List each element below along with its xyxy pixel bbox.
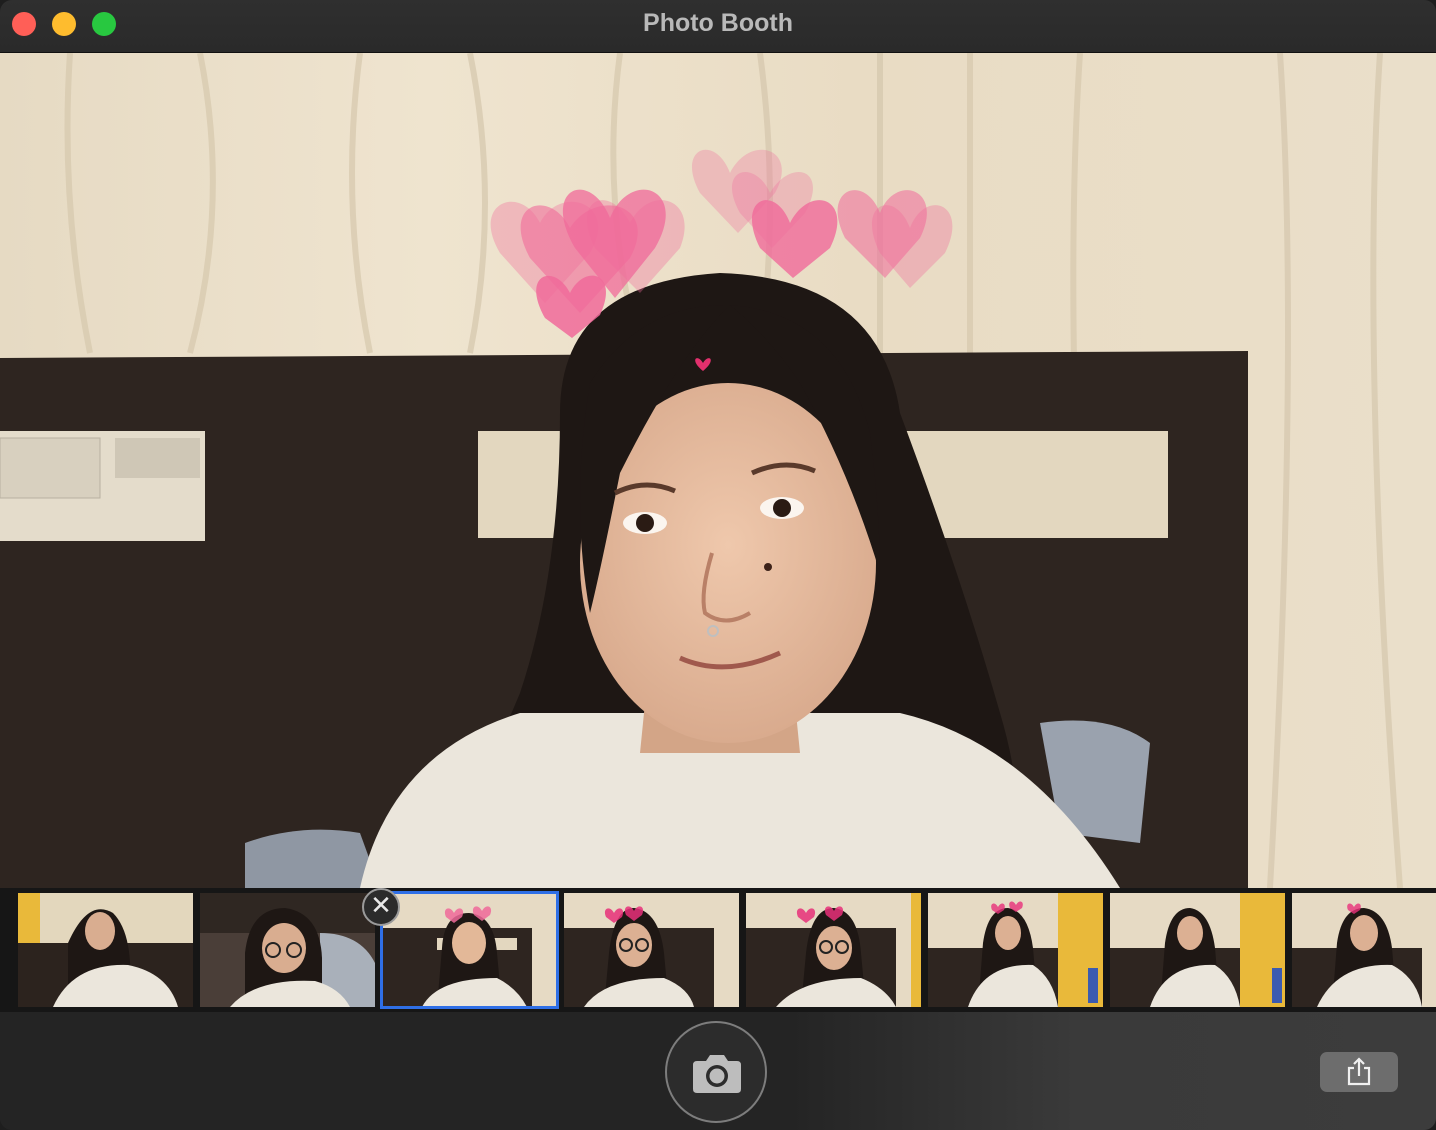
- photo-thumbnail[interactable]: [18, 893, 193, 1007]
- photo-thumbnail[interactable]: [928, 893, 1103, 1007]
- photo-thumbnail[interactable]: [1292, 893, 1436, 1007]
- photo-booth-window: Photo Booth ✕: [0, 0, 1436, 1130]
- photo-thumbnail-selected[interactable]: [380, 891, 559, 1009]
- take-photo-button[interactable]: [665, 1021, 767, 1123]
- share-button[interactable]: [1320, 1052, 1398, 1092]
- camera-icon: [693, 1055, 741, 1093]
- delete-photo-button[interactable]: ✕: [362, 888, 400, 926]
- share-icon: [1347, 1057, 1371, 1086]
- window-title: Photo Booth: [643, 9, 793, 37]
- photo-thumbnail[interactable]: [746, 893, 921, 1007]
- camera-preview: [0, 53, 1436, 888]
- live-camera-image: [0, 53, 1436, 888]
- photo-thumbnail[interactable]: [1110, 893, 1285, 1007]
- photo-thumbnail[interactable]: [200, 893, 375, 1007]
- filmstrip: [0, 888, 1436, 1012]
- title-bar: Photo Booth: [0, 0, 1436, 53]
- close-icon: ✕: [370, 891, 392, 921]
- photo-thumbnail[interactable]: [564, 893, 739, 1007]
